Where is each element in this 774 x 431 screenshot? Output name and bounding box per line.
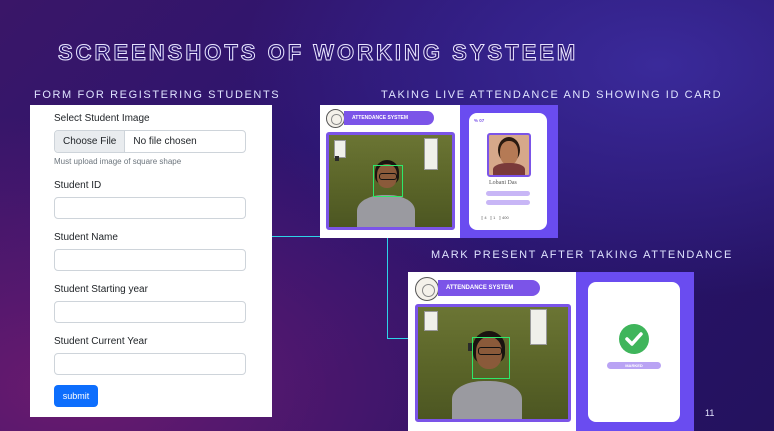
student-name-field[interactable] — [54, 249, 246, 271]
attendance-system-header: ATTENDANCE SYSTEM — [438, 280, 540, 296]
camera-feed — [415, 304, 571, 422]
attendance-status-card: MARKED — [588, 282, 680, 422]
starting-year-label: Student Starting year — [54, 284, 148, 295]
slide-title: SCREENSHOTS OF WORKING SYSTEEM — [57, 40, 579, 66]
live-attendance-screenshot: ATTENDANCE SYSTEM % 07 Lobani Das ▯ 4 ▯ … — [320, 105, 558, 238]
student-name-label: Student Name — [54, 232, 118, 243]
camera-feed — [326, 132, 455, 230]
page-number: 11 — [705, 408, 715, 418]
check-icon — [619, 324, 649, 354]
caption-registration-form: FORM FOR REGISTERING STUDENTS — [34, 89, 281, 101]
caption-live-attendance: TAKING LIVE ATTENDANCE AND SHOWING ID CA… — [381, 89, 723, 101]
attendance-system-header: ATTENDANCE SYSTEM — [344, 111, 434, 125]
student-image-label: Select Student Image — [54, 113, 150, 124]
mark-present-screenshot: ATTENDANCE SYSTEM MARKED — [408, 272, 694, 431]
image-help-text: Must upload image of square shape — [54, 157, 182, 166]
connector-line — [272, 236, 320, 237]
info-pill — [486, 191, 530, 196]
choose-file-button[interactable]: Choose File — [55, 131, 126, 152]
current-year-label: Student Current Year — [54, 336, 148, 347]
registration-form: Select Student Image Choose File No file… — [30, 105, 272, 417]
student-id-field[interactable] — [54, 197, 246, 219]
connector-line — [387, 238, 388, 338]
starting-year-field[interactable] — [54, 301, 246, 323]
no-file-chosen-text: No file chosen — [133, 136, 197, 147]
submit-button[interactable]: submit — [54, 385, 98, 407]
current-year-field[interactable] — [54, 353, 246, 375]
marked-badge: MARKED — [607, 362, 661, 369]
student-id-card: % 07 Lobani Das ▯ 4 ▯ 1 ▯ 400 — [469, 113, 547, 230]
connector-line — [387, 338, 408, 339]
student-photo — [487, 133, 531, 177]
caption-mark-present: MARK PRESENT AFTER TAKING ATTENDANCE — [431, 249, 733, 261]
student-name-text: Lobani Das — [489, 180, 517, 186]
institution-logo — [326, 109, 345, 128]
institution-logo — [415, 277, 439, 301]
info-pill — [486, 200, 530, 205]
student-id-label: Student ID — [54, 180, 102, 191]
student-image-file-input[interactable]: Choose File No file chosen — [54, 130, 246, 153]
